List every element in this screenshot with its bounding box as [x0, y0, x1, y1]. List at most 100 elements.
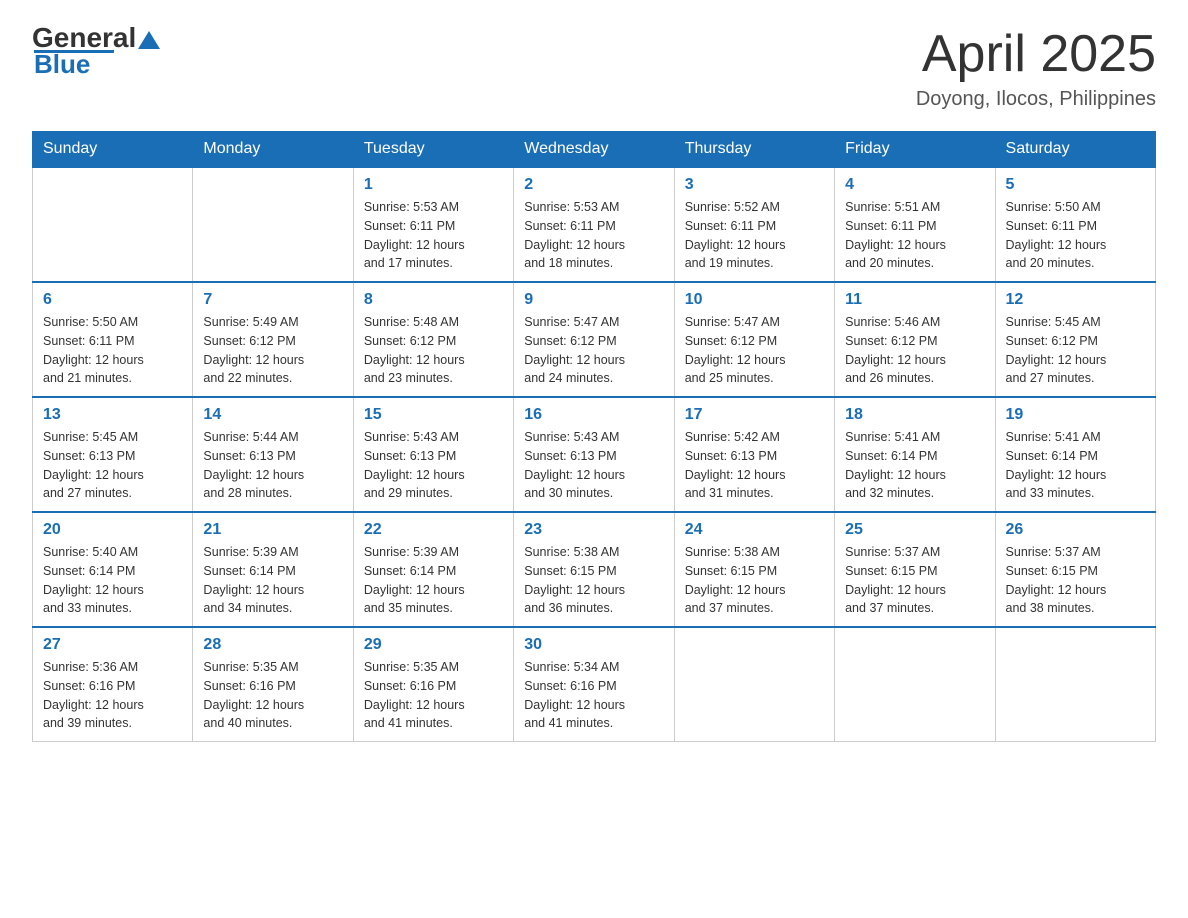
calendar-cell: 26 Sunrise: 5:37 AM Sunset: 6:15 PM Dayli…: [995, 512, 1155, 627]
calendar-cell: 27 Sunrise: 5:36 AM Sunset: 6:16 PM Dayli…: [33, 627, 193, 742]
logo-text: General: [32, 24, 160, 52]
calendar-header-row: SundayMondayTuesdayWednesdayThursdayFrid…: [33, 132, 1156, 168]
day-info: Sunrise: 5:47 AM Sunset: 6:12 PM Dayligh…: [685, 313, 824, 388]
calendar-cell: 11 Sunrise: 5:46 AM Sunset: 6:12 PM Dayli…: [835, 282, 995, 397]
day-info: Sunrise: 5:37 AM Sunset: 6:15 PM Dayligh…: [845, 543, 984, 618]
calendar-cell: 5Sunrise: 5:50 AM Sunset: 6:11 PM Daylig…: [995, 167, 1155, 282]
day-number: 21: [203, 521, 342, 539]
calendar-cell: 1 Sunrise: 5:53 AM Sunset: 6:11 PM Daylig…: [353, 167, 513, 282]
calendar-cell: 25 Sunrise: 5:37 AM Sunset: 6:15 PM Dayli…: [835, 512, 995, 627]
calendar-header-tuesday: Tuesday: [353, 132, 513, 168]
day-number: 6: [43, 291, 182, 309]
day-number: 10: [685, 291, 824, 309]
day-info: Sunrise: 5:52 AM Sunset: 6:11 PM Dayligh…: [685, 198, 824, 273]
calendar-cell: 7 Sunrise: 5:49 AM Sunset: 6:12 PM Daylig…: [193, 282, 353, 397]
day-info: Sunrise: 5:44 AM Sunset: 6:13 PM Dayligh…: [203, 428, 342, 503]
calendar-cell: 16 Sunrise: 5:43 AM Sunset: 6:13 PM Dayli…: [514, 397, 674, 512]
calendar-header-monday: Monday: [193, 132, 353, 168]
day-info: Sunrise: 5:48 AM Sunset: 6:12 PM Dayligh…: [364, 313, 503, 388]
day-number: 16: [524, 406, 663, 424]
calendar-cell: [835, 627, 995, 742]
calendar-cell: 28 Sunrise: 5:35 AM Sunset: 6:16 PM Dayli…: [193, 627, 353, 742]
header-right: April 2025 Doyong, Ilocos, Philippines: [916, 24, 1156, 111]
calendar-cell: 21Sunrise: 5:39 AM Sunset: 6:14 PM Dayli…: [193, 512, 353, 627]
day-number: 18: [845, 406, 984, 424]
day-number: 5: [1006, 176, 1145, 194]
day-number: 17: [685, 406, 824, 424]
calendar-cell: 10 Sunrise: 5:47 AM Sunset: 6:12 PM Dayli…: [674, 282, 834, 397]
day-number: 12: [1006, 291, 1145, 309]
logo-blue-text: Blue: [32, 51, 90, 77]
calendar-cell: 14 Sunrise: 5:44 AM Sunset: 6:13 PM Dayli…: [193, 397, 353, 512]
day-number: 2: [524, 176, 663, 194]
calendar-cell: [33, 167, 193, 282]
calendar-cell: 12 Sunrise: 5:45 AM Sunset: 6:12 PM Dayli…: [995, 282, 1155, 397]
logo: General Blue: [32, 24, 160, 77]
day-info: Sunrise: 5:42 AM Sunset: 6:13 PM Dayligh…: [685, 428, 824, 503]
day-number: 7: [203, 291, 342, 309]
day-info: Sunrise: 5:46 AM Sunset: 6:12 PM Dayligh…: [845, 313, 984, 388]
calendar-cell: 3 Sunrise: 5:52 AM Sunset: 6:11 PM Daylig…: [674, 167, 834, 282]
day-info: Sunrise: 5:38 AM Sunset: 6:15 PM Dayligh…: [524, 543, 663, 618]
calendar-header-sunday: Sunday: [33, 132, 193, 168]
day-info: Sunrise: 5:40 AM Sunset: 6:14 PM Dayligh…: [43, 543, 182, 618]
day-info: Sunrise: 5:41 AM Sunset: 6:14 PM Dayligh…: [845, 428, 984, 503]
day-number: 28: [203, 636, 342, 654]
day-info: Sunrise: 5:49 AM Sunset: 6:12 PM Dayligh…: [203, 313, 342, 388]
day-number: 24: [685, 521, 824, 539]
calendar-table: SundayMondayTuesdayWednesdayThursdayFrid…: [32, 131, 1156, 742]
calendar-cell: 2Sunrise: 5:53 AM Sunset: 6:11 PM Daylig…: [514, 167, 674, 282]
calendar-cell: 30 Sunrise: 5:34 AM Sunset: 6:16 PM Dayli…: [514, 627, 674, 742]
day-number: 25: [845, 521, 984, 539]
calendar-cell: 23 Sunrise: 5:38 AM Sunset: 6:15 PM Dayli…: [514, 512, 674, 627]
logo-triangle-icon: [138, 31, 160, 49]
day-number: 22: [364, 521, 503, 539]
day-info: Sunrise: 5:45 AM Sunset: 6:12 PM Dayligh…: [1006, 313, 1145, 388]
day-info: Sunrise: 5:43 AM Sunset: 6:13 PM Dayligh…: [364, 428, 503, 503]
calendar-cell: 19Sunrise: 5:41 AM Sunset: 6:14 PM Dayli…: [995, 397, 1155, 512]
day-info: Sunrise: 5:36 AM Sunset: 6:16 PM Dayligh…: [43, 658, 182, 733]
day-number: 15: [364, 406, 503, 424]
day-number: 23: [524, 521, 663, 539]
calendar-week-row-3: 13 Sunrise: 5:45 AM Sunset: 6:13 PM Dayli…: [33, 397, 1156, 512]
day-number: 8: [364, 291, 503, 309]
day-info: Sunrise: 5:35 AM Sunset: 6:16 PM Dayligh…: [203, 658, 342, 733]
day-number: 1: [364, 176, 503, 194]
calendar-cell: [193, 167, 353, 282]
day-info: Sunrise: 5:47 AM Sunset: 6:12 PM Dayligh…: [524, 313, 663, 388]
day-number: 9: [524, 291, 663, 309]
day-info: Sunrise: 5:37 AM Sunset: 6:15 PM Dayligh…: [1006, 543, 1145, 618]
calendar-cell: 8 Sunrise: 5:48 AM Sunset: 6:12 PM Daylig…: [353, 282, 513, 397]
day-number: 3: [685, 176, 824, 194]
day-number: 11: [845, 291, 984, 309]
day-info: Sunrise: 5:45 AM Sunset: 6:13 PM Dayligh…: [43, 428, 182, 503]
day-number: 26: [1006, 521, 1145, 539]
calendar-cell: [995, 627, 1155, 742]
calendar-cell: 4 Sunrise: 5:51 AM Sunset: 6:11 PM Daylig…: [835, 167, 995, 282]
calendar-header-friday: Friday: [835, 132, 995, 168]
calendar-cell: 6Sunrise: 5:50 AM Sunset: 6:11 PM Daylig…: [33, 282, 193, 397]
calendar-cell: 29 Sunrise: 5:35 AM Sunset: 6:16 PM Dayli…: [353, 627, 513, 742]
calendar-header-saturday: Saturday: [995, 132, 1155, 168]
day-number: 14: [203, 406, 342, 424]
calendar-cell: 20Sunrise: 5:40 AM Sunset: 6:14 PM Dayli…: [33, 512, 193, 627]
calendar-week-row-4: 20Sunrise: 5:40 AM Sunset: 6:14 PM Dayli…: [33, 512, 1156, 627]
day-info: Sunrise: 5:35 AM Sunset: 6:16 PM Dayligh…: [364, 658, 503, 733]
calendar-cell: 13 Sunrise: 5:45 AM Sunset: 6:13 PM Dayli…: [33, 397, 193, 512]
day-number: 30: [524, 636, 663, 654]
location: Doyong, Ilocos, Philippines: [916, 88, 1156, 111]
day-info: Sunrise: 5:34 AM Sunset: 6:16 PM Dayligh…: [524, 658, 663, 733]
day-number: 27: [43, 636, 182, 654]
calendar-cell: 18 Sunrise: 5:41 AM Sunset: 6:14 PM Dayli…: [835, 397, 995, 512]
day-number: 29: [364, 636, 503, 654]
calendar-header-thursday: Thursday: [674, 132, 834, 168]
month-title: April 2025: [916, 24, 1156, 84]
day-info: Sunrise: 5:51 AM Sunset: 6:11 PM Dayligh…: [845, 198, 984, 273]
day-number: 13: [43, 406, 182, 424]
day-info: Sunrise: 5:43 AM Sunset: 6:13 PM Dayligh…: [524, 428, 663, 503]
day-info: Sunrise: 5:41 AM Sunset: 6:14 PM Dayligh…: [1006, 428, 1145, 503]
calendar-cell: 15 Sunrise: 5:43 AM Sunset: 6:13 PM Dayli…: [353, 397, 513, 512]
day-info: Sunrise: 5:53 AM Sunset: 6:11 PM Dayligh…: [364, 198, 503, 273]
calendar-week-row-1: 1 Sunrise: 5:53 AM Sunset: 6:11 PM Daylig…: [33, 167, 1156, 282]
day-number: 4: [845, 176, 984, 194]
